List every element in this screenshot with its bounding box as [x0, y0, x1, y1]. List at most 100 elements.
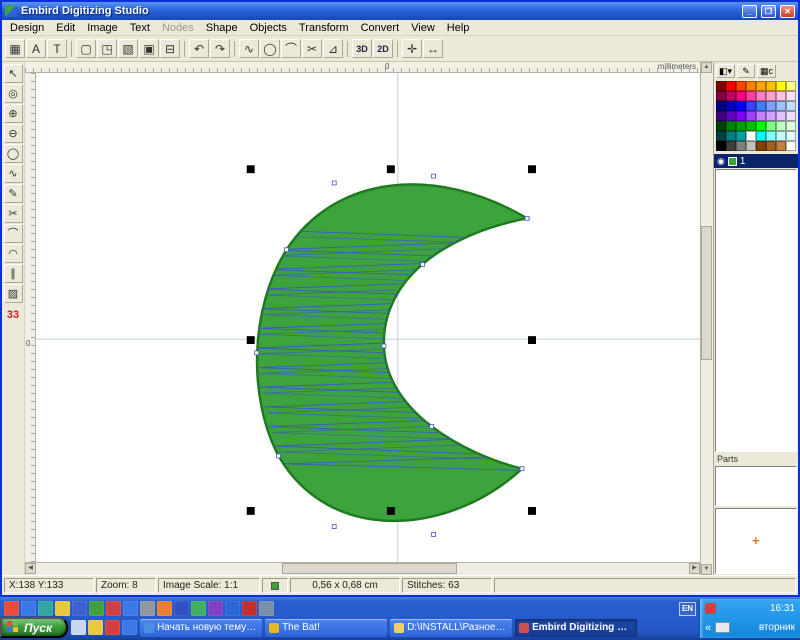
task-button-4[interactable]: Embird Digitizing Stud... — [515, 619, 637, 637]
selection-handle-se[interactable] — [528, 507, 536, 515]
quick-launch-icon-14[interactable] — [225, 601, 240, 616]
palette-color-18[interactable] — [726, 101, 736, 111]
palette-color-48[interactable] — [786, 131, 796, 141]
palette-color-40[interactable] — [786, 121, 796, 131]
menu-design[interactable]: Design — [4, 22, 50, 34]
palette-color-42[interactable] — [726, 131, 736, 141]
palette-color-35[interactable] — [736, 121, 746, 131]
menu-edit[interactable]: Edit — [50, 22, 81, 34]
selection-handle-s[interactable] — [387, 507, 395, 515]
lettering-button[interactable]: A — [26, 39, 46, 58]
text-tool-button[interactable]: T — [47, 39, 67, 58]
design-canvas[interactable] — [36, 73, 700, 562]
palette-color-22[interactable] — [766, 101, 776, 111]
selection-handle-sw[interactable] — [247, 507, 255, 515]
palette-color-15[interactable] — [776, 91, 786, 101]
view-3d-button[interactable]: 3D — [352, 39, 372, 58]
quick-launch-icon-12[interactable] — [191, 601, 206, 616]
selection-handle-ne[interactable] — [528, 165, 536, 173]
palette-color-26[interactable] — [726, 111, 736, 121]
undo-button[interactable]: ↶ — [189, 39, 209, 58]
selection-handle-e[interactable] — [528, 336, 536, 344]
palette-color-3[interactable] — [736, 81, 746, 91]
column-tool[interactable]: ∥ — [4, 264, 23, 283]
scroll-up-button[interactable]: ▲ — [701, 62, 712, 73]
scroll-right-button[interactable]: ▶ — [689, 563, 700, 574]
palette-color-41[interactable] — [716, 131, 726, 141]
vertical-scrollbar[interactable]: ▲ ▼ — [700, 62, 713, 575]
print-design-button[interactable]: ⊟ — [160, 39, 180, 58]
quick-launch-icon-10[interactable] — [157, 601, 172, 616]
language-indicator[interactable]: EN — [679, 602, 696, 616]
palette-color-34[interactable] — [726, 121, 736, 131]
palette-color-44[interactable] — [746, 131, 756, 141]
task-button-3[interactable]: D:\INSTALL\Разное\Embird — [390, 619, 512, 637]
palette-color-21[interactable] — [756, 101, 766, 111]
palette-color-52[interactable] — [746, 141, 756, 151]
tray-app-icon[interactable] — [705, 603, 716, 614]
quick-launch2-icon-3[interactable] — [105, 620, 120, 635]
quick-launch2-icon-1[interactable] — [71, 620, 86, 635]
transform-move-button[interactable]: ✛ — [402, 39, 422, 58]
ellipse-shape-button[interactable]: ◯ — [260, 39, 280, 58]
palette-color-50[interactable] — [726, 141, 736, 151]
quick-launch-icon-16[interactable] — [259, 601, 274, 616]
quick-launch-icon-6[interactable] — [89, 601, 104, 616]
node-editor-button[interactable]: ∿ — [239, 39, 259, 58]
palette-color-19[interactable] — [736, 101, 746, 111]
menu-convert[interactable]: Convert — [355, 22, 406, 34]
palette-color-23[interactable] — [776, 101, 786, 111]
object-list[interactable] — [715, 169, 797, 452]
quick-launch-icon-15[interactable] — [242, 601, 257, 616]
fill-tool[interactable]: ▨ — [4, 284, 23, 303]
quick-launch2-icon-2[interactable] — [88, 620, 103, 635]
save-design-button[interactable]: ▣ — [139, 39, 159, 58]
palette-color-17[interactable] — [716, 101, 726, 111]
object-list-selected-row[interactable]: ◉ 1 — [714, 154, 798, 168]
selection-handle-n[interactable] — [387, 165, 395, 173]
quick-launch-icon-5[interactable] — [72, 601, 87, 616]
knife-tool[interactable]: ✂ — [4, 204, 23, 223]
palette-color-11[interactable] — [736, 91, 746, 101]
quick-launch-icon-2[interactable] — [21, 601, 36, 616]
palette-color-20[interactable] — [746, 101, 756, 111]
menu-transform[interactable]: Transform — [293, 22, 355, 34]
palette-color-10[interactable] — [726, 91, 736, 101]
quick-launch-icon-8[interactable] — [123, 601, 138, 616]
measure-button[interactable]: ⊿ — [323, 39, 343, 58]
palette-color-38[interactable] — [766, 121, 776, 131]
palette-color-45[interactable] — [756, 131, 766, 141]
menu-view[interactable]: View — [405, 22, 441, 34]
palette-color-28[interactable] — [746, 111, 756, 121]
freehand-tool[interactable]: ∿ — [4, 164, 23, 183]
minimize-button[interactable]: _ — [742, 5, 757, 18]
open-design-button[interactable]: ◳ — [97, 39, 117, 58]
zoom-in-tool[interactable]: ⊕ — [4, 104, 23, 123]
zoom-out-tool[interactable]: ⊖ — [4, 124, 23, 143]
visibility-eye-icon[interactable]: ◉ — [717, 156, 725, 167]
palette-color-39[interactable] — [776, 121, 786, 131]
palette-color-43[interactable] — [736, 131, 746, 141]
palette-color-7[interactable] — [776, 81, 786, 91]
design-manager-button[interactable]: ▦ — [5, 39, 25, 58]
stretch-button[interactable]: ↔ — [423, 39, 443, 58]
menu-objects[interactable]: Objects — [244, 22, 293, 34]
palette-color-37[interactable] — [756, 121, 766, 131]
selection-handle-w[interactable] — [247, 336, 255, 344]
scroll-down-button[interactable]: ▼ — [701, 564, 712, 575]
palette-color-1[interactable] — [716, 81, 726, 91]
menu-text[interactable]: Text — [124, 22, 156, 34]
scroll-left-button[interactable]: ◀ — [25, 563, 36, 574]
palette-color-31[interactable] — [776, 111, 786, 121]
quick-launch-icon-1[interactable] — [4, 601, 19, 616]
start-button[interactable]: Пуск — [0, 617, 68, 638]
zoom-tool[interactable]: ◎ — [4, 84, 23, 103]
horizontal-scroll-thumb[interactable] — [282, 563, 458, 574]
import-image-button[interactable]: ▧ — [118, 39, 138, 58]
quick-launch-icon-11[interactable] — [174, 601, 189, 616]
palette-color-12[interactable] — [746, 91, 756, 101]
task-button-2[interactable]: The Bat! — [265, 619, 387, 637]
palette-color-54[interactable] — [766, 141, 776, 151]
palette-color-25[interactable] — [716, 111, 726, 121]
arc-tool[interactable]: ⌒ — [4, 224, 23, 243]
